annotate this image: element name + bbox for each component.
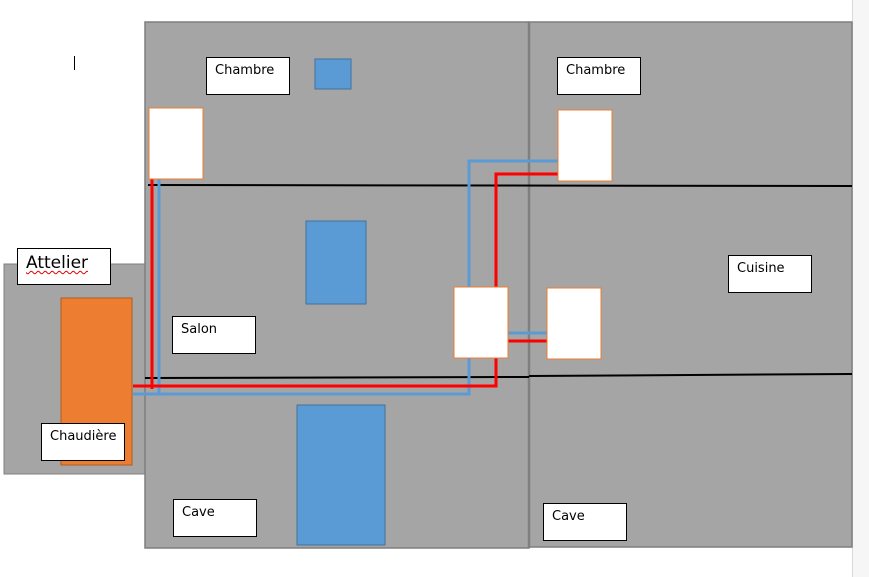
window-salon[interactable] — [305, 220, 367, 305]
label-atelier-text: Attelier — [26, 253, 89, 273]
label-chaudiere-text: Chaudière — [50, 429, 117, 444]
label-salon-text: Salon — [181, 322, 218, 337]
window-chambre-left[interactable] — [314, 58, 352, 90]
radiator-salon[interactable] — [453, 286, 509, 359]
label-cuisine[interactable]: Cuisine — [728, 255, 812, 293]
radiator-cuisine[interactable] — [546, 287, 602, 360]
radiator-chambre-left[interactable] — [148, 107, 204, 180]
label-cave-right-text: Cave — [552, 509, 585, 524]
label-cave-right[interactable]: Cave — [543, 503, 627, 541]
label-salon[interactable]: Salon — [172, 316, 256, 354]
floor-line-lower-left — [144, 376, 530, 379]
label-cuisine-text: Cuisine — [737, 261, 785, 276]
label-chambre-left-text: Chambre — [215, 63, 275, 78]
label-atelier[interactable]: Attelier — [17, 248, 111, 285]
radiator-chambre-right[interactable] — [557, 109, 613, 182]
window-cave-left[interactable] — [296, 404, 386, 546]
label-cave-left-text: Cave — [182, 505, 215, 520]
text-cursor — [74, 56, 75, 70]
floor-line-upper — [147, 184, 853, 187]
label-chaudiere[interactable]: Chaudière — [41, 423, 125, 461]
label-cave-left[interactable]: Cave — [173, 499, 257, 537]
label-chambre-right[interactable]: Chambre — [557, 57, 641, 95]
label-chambre-right-text: Chambre — [566, 63, 626, 78]
label-chambre-left[interactable]: Chambre — [206, 57, 290, 95]
